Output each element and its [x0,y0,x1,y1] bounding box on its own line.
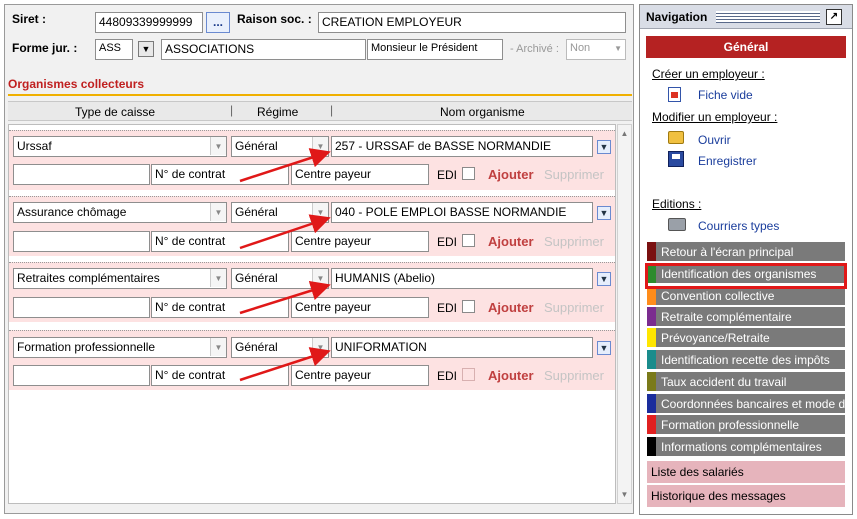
modifier-label: Modifier un employeur : [652,110,778,124]
arrow-line [239,214,331,250]
folder-open-icon [668,131,684,144]
nav-item-bancaires[interactable]: Coordonnées bancaires et mode de [647,394,845,414]
nav-item-label: Convention collective [661,289,775,303]
nav-item-label: Taux accident du travail [661,375,787,389]
nav-item-label: Retour à l'écran principal [661,245,794,259]
color-swatch [647,415,656,434]
pin-icon[interactable]: ↗ [826,9,842,25]
nav-item-label: Informations complémentaires [661,440,822,454]
nav-item-informations[interactable]: Informations complémentaires [647,437,845,457]
color-swatch [647,372,656,391]
save-icon [668,151,684,167]
nav-item-convention[interactable]: Convention collective [647,286,845,306]
nav-item-formation[interactable]: Formation professionnelle [647,415,845,435]
courriers-link[interactable]: Courriers types [698,219,779,233]
ouvrir-link[interactable]: Ouvrir [698,133,731,147]
nav-item-label: Prévoyance/Retraite [661,331,770,345]
nav-item-label: Formation professionnelle [661,418,800,432]
arrow-line [239,280,331,315]
fiche-vide-link[interactable]: Fiche vide [698,88,753,102]
nav-item-label: Coordonnées bancaires et mode de [661,397,845,411]
nav-item-label: Retraite complémentaire [661,310,792,324]
printer-icon [668,218,686,231]
arrow-line [239,148,331,183]
navigation-title: Navigation [646,10,708,24]
nav-item-retraite[interactable]: Retraite complémentaire [647,307,845,327]
color-swatch [647,350,656,369]
nav-item-label: Identification recette des impôts [661,353,830,367]
general-header[interactable]: Général [646,36,846,58]
color-swatch [647,328,656,347]
arrow-line [239,347,331,382]
nav-liste-salaries[interactable]: Liste des salariés [647,461,845,483]
color-swatch [647,437,656,456]
editions-label: Editions : [652,197,702,211]
nav-item-retour[interactable]: Retour à l'écran principal [647,242,845,262]
document-icon [668,87,681,102]
nav-historique[interactable]: Historique des messages [647,485,845,507]
color-swatch [647,307,656,326]
color-swatch [647,394,656,413]
grip-icon [716,11,820,23]
enregistrer-link[interactable]: Enregistrer [698,154,757,168]
nav-item-accident[interactable]: Taux accident du travail [647,372,845,392]
selection-highlight [645,263,847,289]
color-swatch [647,286,656,305]
color-swatch [647,242,656,261]
nav-item-impots[interactable]: Identification recette des impôts [647,350,845,370]
nav-item-prevoyance[interactable]: Prévoyance/Retraite [647,328,845,348]
creer-label: Créer un employeur : [652,67,765,81]
